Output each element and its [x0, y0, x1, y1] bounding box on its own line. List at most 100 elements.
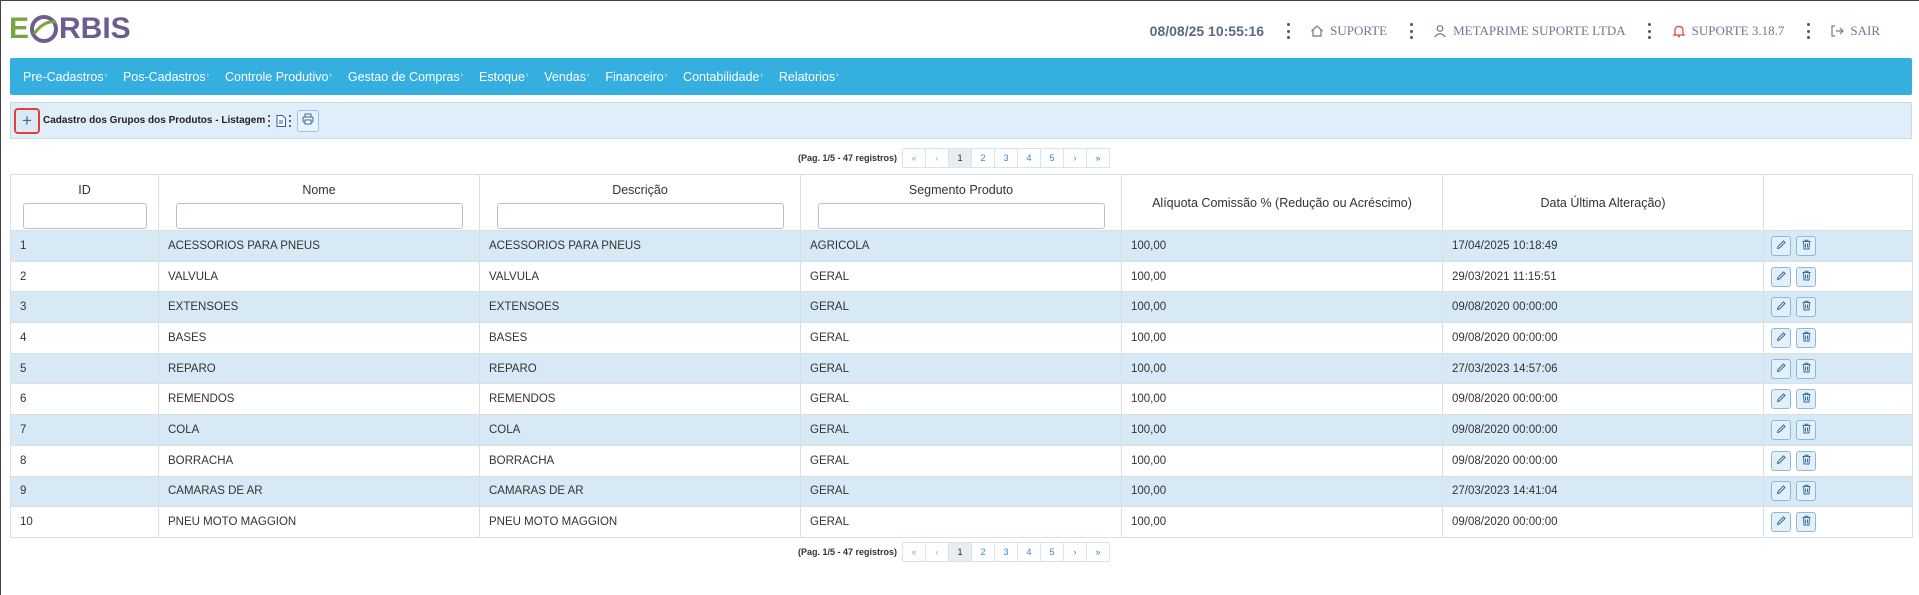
- trash-icon: [1801, 484, 1812, 498]
- nav-vendas[interactable]: Vendas ›: [544, 70, 589, 84]
- next-page-button[interactable]: ›: [1063, 542, 1088, 562]
- trash-icon: [1801, 454, 1812, 468]
- filter-segmento-input[interactable]: [817, 203, 1105, 229]
- page-title: Cadastro dos Grupos dos Produtos - Lista…: [43, 115, 266, 126]
- delete-button[interactable]: [1796, 235, 1816, 256]
- table-row[interactable]: 3 EXTENSOES EXTENSOES GERAL 100,00 09/08/2020…: [10, 291, 1913, 324]
- more-options-icon[interactable]: [1409, 23, 1413, 39]
- nav-financeiro[interactable]: Financeiro ›: [605, 70, 667, 84]
- edit-icon: [1776, 454, 1787, 468]
- edit-icon: [1776, 392, 1787, 406]
- column-label: Alíquota Comissão % (Redução ou Acréscim…: [1152, 195, 1412, 210]
- user-menu[interactable]: METAPRIME SUPORTE LTDA: [1433, 23, 1626, 39]
- delete-button[interactable]: [1796, 389, 1816, 410]
- table-row[interactable]: 4 BASES BASES GERAL 100,00 09/08/2020 00:00:0…: [10, 322, 1913, 354]
- cell-id: 7: [10, 414, 159, 446]
- table-row[interactable]: 8 BORRACHA BORRACHA GERAL 100,00 09/08/2020 0…: [10, 444, 1913, 477]
- filter-nome-input[interactable]: [175, 203, 463, 229]
- delete-button[interactable]: [1796, 327, 1816, 348]
- filter-id-input[interactable]: [22, 203, 147, 229]
- delete-button[interactable]: [1796, 358, 1816, 379]
- table-row[interactable]: 1 ACESSORIOS PARA PNEUS ACESSORIOS PARA PN…: [10, 230, 1913, 262]
- delete-button[interactable]: [1796, 481, 1816, 502]
- cell-aliquota: 100,00: [1121, 230, 1443, 262]
- page-button-3[interactable]: 3: [994, 148, 1019, 168]
- more-options-icon[interactable]: [289, 114, 292, 127]
- edit-button[interactable]: [1771, 512, 1791, 533]
- nav-label: Contabilidade: [683, 69, 760, 84]
- more-options-icon[interactable]: [1286, 23, 1290, 39]
- table-row[interactable]: 2 VALVULA VALVULA GERAL 100,00 29/03/2021 11:…: [10, 260, 1913, 293]
- page-button-4[interactable]: 4: [1017, 148, 1042, 168]
- table-header-row: ID Nome Descrição Segmento Produto Alíqu…: [10, 174, 1913, 231]
- printer-icon: [302, 113, 314, 128]
- page-button-5[interactable]: 5: [1040, 542, 1065, 562]
- page-button-3[interactable]: 3: [994, 542, 1019, 562]
- edit-button[interactable]: [1771, 266, 1791, 287]
- page-button-2[interactable]: 2: [971, 148, 996, 168]
- add-button[interactable]: +: [14, 107, 40, 134]
- cell-nome: REMENDOS: [158, 383, 480, 416]
- table-row[interactable]: 10 PNEU MOTO MAGGION PNEU MOTO MAGGION GERA…: [10, 506, 1913, 538]
- document-icon[interactable]: [276, 114, 287, 127]
- page-button-2[interactable]: 2: [971, 542, 996, 562]
- table-row[interactable]: 6 REMENDOS REMENDOS GERAL 100,00 09/08/2020 0…: [10, 383, 1913, 416]
- last-page-button[interactable]: »: [1086, 542, 1111, 562]
- cell-id: 10: [10, 506, 159, 538]
- nav-contabilidade[interactable]: Contabilidade ›: [683, 70, 763, 84]
- prev-page-button[interactable]: ‹: [925, 542, 950, 562]
- caret-icon: ›: [460, 71, 464, 79]
- nav-estoque[interactable]: Estoque ›: [479, 70, 528, 84]
- nav-label: Financeiro: [605, 69, 664, 84]
- edit-button[interactable]: [1771, 389, 1791, 410]
- cell-actions: [1763, 475, 1913, 508]
- cell-actions: [1763, 260, 1913, 293]
- first-page-button[interactable]: «: [902, 542, 927, 562]
- more-options-icon[interactable]: [1648, 23, 1652, 39]
- cell-nome: PNEU MOTO MAGGION: [158, 506, 480, 538]
- delete-button[interactable]: [1796, 297, 1816, 318]
- caret-icon: ›: [329, 71, 332, 79]
- nav-controle-produtivo[interactable]: Controle Produtivo ›: [225, 70, 332, 84]
- delete-button[interactable]: [1796, 512, 1816, 533]
- edit-button[interactable]: [1771, 235, 1791, 256]
- nav-relatorios[interactable]: Relatorios ›: [779, 70, 839, 84]
- nav-pos-cadastros[interactable]: Pos-Cadastros ›: [123, 70, 209, 84]
- more-options-icon[interactable]: [268, 114, 271, 127]
- edit-button[interactable]: [1771, 358, 1791, 379]
- edit-button[interactable]: [1771, 450, 1791, 471]
- nav-gestao-de-compras[interactable]: Gestao de Compras ›: [348, 70, 463, 84]
- logout-icon: [1830, 24, 1845, 38]
- page-button-1[interactable]: 1: [948, 542, 973, 562]
- table-row[interactable]: 5 REPARO REPARO GERAL 100,00 27/03/2023 14:57…: [10, 352, 1913, 385]
- delete-button[interactable]: [1796, 266, 1816, 287]
- cell-descricao: BASES: [479, 322, 801, 354]
- edit-button[interactable]: [1771, 481, 1791, 502]
- logout-button[interactable]: SAIR: [1830, 23, 1880, 39]
- page-button-4[interactable]: 4: [1017, 542, 1042, 562]
- last-page-button[interactable]: »: [1086, 148, 1111, 168]
- table-row[interactable]: 7 COLA COLA GERAL 100,00 09/08/2020 00:00:00: [10, 414, 1913, 446]
- nav-pre-cadastros[interactable]: Pre-Cadastros ›: [23, 70, 107, 84]
- next-page-button[interactable]: ›: [1063, 148, 1088, 168]
- table-row[interactable]: 9 CAMARAS DE AR CAMARAS DE AR GERAL 100,00 27…: [10, 475, 1913, 508]
- filter-descricao-input[interactable]: [496, 203, 784, 229]
- prev-page-button[interactable]: ‹: [925, 148, 950, 168]
- print-button[interactable]: [297, 109, 320, 132]
- delete-button[interactable]: [1796, 419, 1816, 440]
- edit-button[interactable]: [1771, 419, 1791, 440]
- notifications-menu[interactable]: SUPORTE 3.18.7: [1672, 23, 1784, 39]
- cell-aliquota: 100,00: [1121, 352, 1443, 385]
- delete-button[interactable]: [1796, 450, 1816, 471]
- edit-button[interactable]: [1771, 327, 1791, 348]
- nav-label: Pos-Cadastros: [122, 69, 206, 84]
- page-button-1[interactable]: 1: [948, 148, 973, 168]
- cell-data: 29/03/2021 11:15:51: [1442, 260, 1764, 293]
- orbis-logo[interactable]: E RBIS: [9, 11, 131, 47]
- page-button-5[interactable]: 5: [1040, 148, 1065, 168]
- first-page-button[interactable]: «: [902, 148, 927, 168]
- cell-segmento: GERAL: [800, 352, 1122, 385]
- home-link[interactable]: SUPORTE: [1310, 23, 1387, 39]
- more-options-icon[interactable]: [1806, 23, 1810, 39]
- edit-button[interactable]: [1771, 297, 1791, 318]
